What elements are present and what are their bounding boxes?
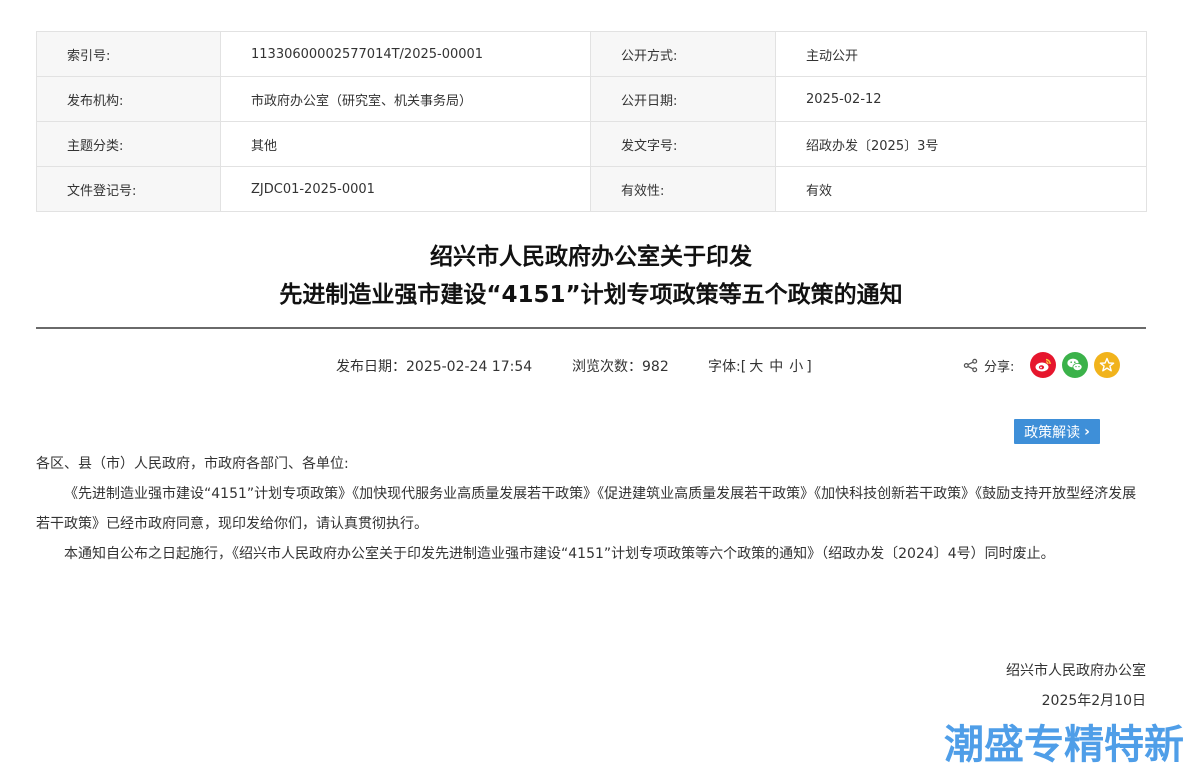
weibo-share-button[interactable] (1030, 352, 1057, 378)
policy-interpretation-label: 政策解读 (1024, 424, 1081, 441)
document-meta-table: 索引号: 11330600002577014T/2025-00001 公开方式:… (36, 31, 1147, 212)
view-count: 浏览次数：982 (572, 359, 669, 375)
meta-value: 其他 (220, 121, 591, 167)
meta-row: 主题分类: 其他 发文字号: 绍政办发〔2025〕3号 (36, 121, 1147, 167)
meta-value: 有效 (775, 166, 1147, 212)
body-paragraph: 本通知自公布之日起施行，《绍兴市人民政府办公室关于印发先进制造业强市建设“415… (64, 546, 1055, 562)
share-label: 分享: (984, 359, 1015, 375)
share-bar: 分享: (963, 352, 1121, 378)
body-paragraph: 《先进制造业强市建设“4151”计划专项政策》《加快现代服务业高质量发展若干政策… (36, 486, 1137, 532)
signature-block: 绍兴市人民政府办公室 2025年2月10日 (1006, 656, 1146, 716)
meta-label: 主题分类: (36, 121, 221, 167)
font-size-medium[interactable]: 中 (769, 359, 783, 375)
meta-row: 文件登记号: ZJDC01-2025-0001 有效性: 有效 (36, 166, 1147, 212)
meta-row: 发布机构: 市政府办公室（研究室、机关事务局） 公开日期: 2025-02-12 (36, 76, 1147, 122)
wechat-share-button[interactable] (1062, 352, 1089, 378)
meta-value: ZJDC01-2025-0001 (220, 166, 591, 212)
issuing-organization: 绍兴市人民政府办公室 (1006, 663, 1146, 679)
font-size-large[interactable]: 大 (749, 359, 763, 375)
font-size-small[interactable]: 小 (789, 359, 803, 375)
meta-value: 市政府办公室（研究室、机关事务局） (220, 76, 591, 122)
meta-label: 公开日期: (590, 76, 776, 122)
meta-label: 索引号: (36, 31, 221, 77)
title-line-1: 绍兴市人民政府办公室关于印发 (430, 244, 752, 270)
policy-interpretation-button[interactable]: 政策解读 › (1014, 419, 1100, 444)
font-size-selector: 字体:[大中小] (708, 356, 812, 376)
title-divider (36, 327, 1146, 329)
publish-date: 发布日期：2025-02-24 17:54 (336, 359, 533, 375)
font-size-label: 字体:[ (708, 359, 747, 375)
greeting: 各区、县（市）人民政府，市政府各部门、各单位: (36, 456, 349, 472)
star-icon (1100, 357, 1115, 372)
meta-label: 公开方式: (590, 31, 776, 77)
meta-label: 有效性: (590, 166, 776, 212)
font-size-end: ] (806, 359, 812, 375)
favorite-share-button[interactable] (1094, 352, 1121, 378)
title-line-2: 先进制造业强市建设“4151”计划专项政策等五个政策的通知 (279, 282, 903, 308)
issue-date: 2025年2月10日 (1041, 693, 1146, 709)
meta-value: 主动公开 (775, 31, 1147, 77)
weibo-icon (1035, 358, 1052, 372)
share-icon (963, 358, 978, 373)
chevron-right-icon: › (1084, 423, 1090, 440)
wechat-icon (1067, 358, 1083, 371)
meta-label: 文件登记号: (36, 166, 221, 212)
meta-value: 2025-02-12 (775, 76, 1147, 122)
document-body: 各区、县（市）人民政府，市政府各部门、各单位: 《先进制造业强市建设“4151”… (36, 449, 1144, 569)
meta-value: 11330600002577014T/2025-00001 (220, 31, 591, 77)
document-title: 绍兴市人民政府办公室关于印发 先进制造业强市建设“4151”计划专项政策等五个政… (36, 238, 1146, 314)
watermark-logo: 潮盛专精特新 (944, 722, 1183, 768)
meta-row: 索引号: 11330600002577014T/2025-00001 公开方式:… (36, 31, 1147, 77)
meta-value: 绍政办发〔2025〕3号 (775, 121, 1147, 167)
meta-label: 发文字号: (590, 121, 776, 167)
meta-label: 发布机构: (36, 76, 221, 122)
article-info-bar: 发布日期：2025-02-24 17:54 浏览次数：982 字体:[大中小] … (0, 352, 1183, 378)
